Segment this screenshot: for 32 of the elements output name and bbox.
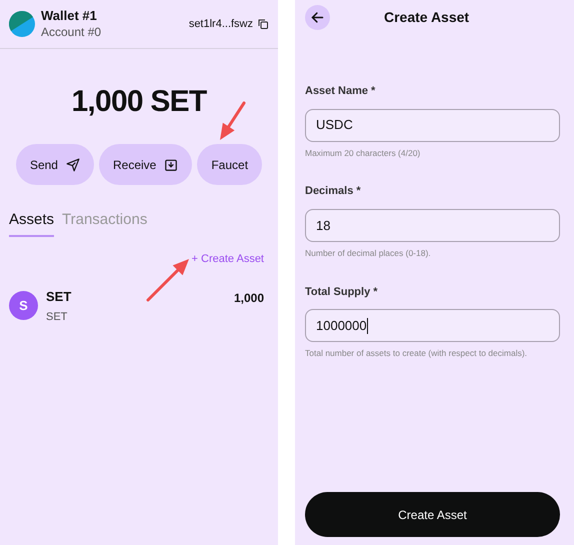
asset-symbol: SET [46, 311, 68, 325]
annotation-arrow [146, 259, 189, 302]
action-button[interactable]: Faucet [197, 144, 262, 185]
annotation-arrow [220, 102, 246, 140]
asset-name: SET [46, 289, 72, 306]
create-asset-link[interactable]: + Create Asset [192, 250, 264, 267]
send-icon [66, 158, 80, 172]
back-button[interactable] [305, 4, 330, 30]
balance: 1,000 SET [71, 84, 206, 120]
input-field[interactable]: USDC [305, 108, 560, 142]
action-button[interactable]: Receive [98, 144, 192, 185]
input-field[interactable]: 18 [305, 208, 560, 242]
action-button[interactable]: Send [16, 144, 94, 185]
field-help: Number of decimal places (0-18). [305, 246, 432, 260]
field-label: Asset Name * [305, 84, 376, 99]
tab[interactable]: Assets [9, 209, 54, 236]
field-label: Decimals * [305, 184, 362, 200]
field-label: Total Supply * [305, 284, 379, 300]
account-label: Account #0 [41, 24, 102, 40]
field-help: Maximum 20 characters (4/20) [305, 146, 422, 160]
copy-icon[interactable] [257, 18, 269, 30]
create-asset-button[interactable]: Create Asset [305, 492, 560, 537]
back-arrow-icon [310, 10, 325, 24]
asset-amount: 1,000 [234, 290, 264, 307]
wallet-address: set1lr4...fswz [188, 16, 253, 32]
wallet-avatar [9, 11, 35, 37]
input-field[interactable]: 1000000 [305, 309, 560, 342]
download-icon [164, 158, 178, 172]
field-help: Total number of assets to create (with respect to decimals). [305, 347, 528, 360]
wallet-name: Wallet #1 [41, 8, 98, 25]
asset-avatar: S [9, 291, 38, 320]
page-title: Create Asset [384, 8, 470, 26]
